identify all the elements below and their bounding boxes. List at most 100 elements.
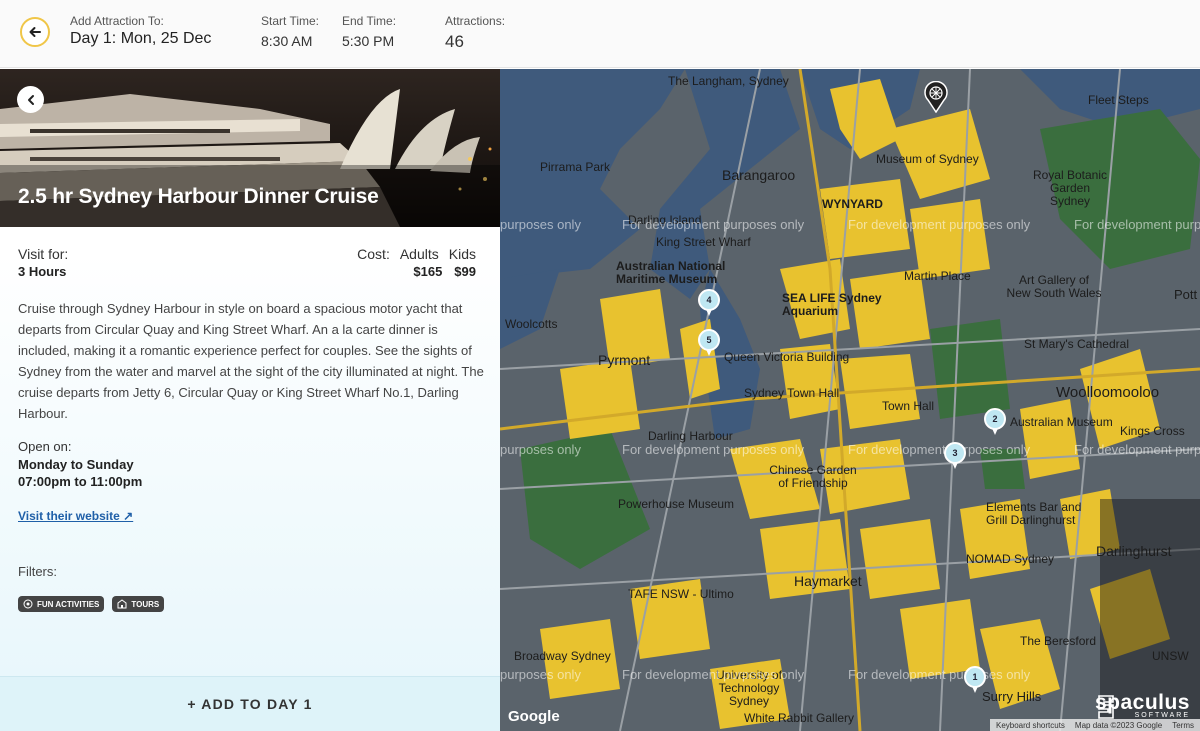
map-watermark: For development purposes only [848, 442, 1031, 457]
chevron-left-icon [27, 94, 34, 105]
add-to-day-button[interactable]: + ADD TO DAY 1 [0, 676, 500, 731]
map-label: Town Hall [882, 399, 935, 413]
map-label: St Mary's Cathedral [1024, 337, 1129, 351]
cost-values: $165 $99 [413, 264, 476, 279]
map-pin-label: 2 [984, 408, 1006, 430]
day-selector: Add Attraction To: Day 1: Mon, 25 Dec [70, 14, 211, 48]
filter-chip-tours[interactable]: TOURS [112, 596, 165, 612]
cost-header: Cost: Adults Kids [357, 246, 476, 262]
map-label: Art Gallery of New South Wales [1006, 273, 1102, 300]
google-logo: Google [508, 708, 560, 725]
attraction-detail-panel: 2.5 hr Sydney Harbour Dinner Cruise Visi… [0, 69, 500, 731]
map-label: Pott [1174, 287, 1198, 302]
map-pin-label: 4 [698, 289, 720, 311]
map-label: Darlinghurst [1096, 543, 1172, 559]
map-label: Martin Place [904, 269, 971, 283]
close-detail-button[interactable] [17, 86, 44, 113]
map-label: King Street Wharf [656, 235, 751, 249]
attractions-count: Attractions: 46 [445, 14, 505, 52]
map-label: Museum of Sydney [876, 152, 979, 166]
map-pin-5[interactable]: 5 [698, 329, 720, 357]
terms-link[interactable]: Terms [1172, 721, 1194, 730]
visit-duration: 3 Hours [18, 264, 67, 279]
map-attribution: Keyboard shortcuts Map data ©2023 Google… [989, 719, 1200, 731]
map-watermark: For development purposes only [848, 667, 1031, 682]
open-hours: 07:00pm to 11:00pm [18, 474, 143, 489]
filters-label: Filters: [18, 564, 57, 579]
map-label: SEA LIFE Sydney Aquarium [782, 291, 882, 318]
map-label: Haymarket [794, 573, 862, 589]
map-label: The Beresford [1020, 634, 1097, 648]
visit-for-label: Visit for: [18, 246, 69, 262]
map-label: The Langham, Sydney [668, 74, 789, 88]
map-label: White Rabbit Gallery [744, 711, 855, 725]
keyboard-shortcuts-link[interactable]: Keyboard shortcuts [996, 721, 1065, 730]
map-label: Kings Cross [1120, 424, 1185, 438]
attractions-label: Attractions: [445, 14, 506, 28]
kids-label: Kids [448, 246, 476, 262]
start-time-value: 8:30 AM [261, 33, 313, 49]
attraction-title: 2.5 hr Sydney Harbour Dinner Cruise [18, 185, 379, 208]
map-label: Australian Museum [1010, 415, 1113, 429]
map-label: WYNYARD [822, 197, 883, 211]
attractions-value: 46 [445, 32, 464, 51]
map-pin-label: 1 [964, 666, 986, 688]
map-watermark: For development purposes only [622, 667, 805, 682]
map-label: Queen Victoria Building [724, 350, 850, 364]
map-pin-3[interactable]: 3 [944, 442, 966, 470]
end-time: End Time: 5:30 PM [342, 14, 396, 49]
map-label: Surry Hills [982, 689, 1042, 704]
filter-chip-fun-activities[interactable]: FUN ACTIVITIES [18, 596, 105, 612]
map-label: Royal Botanic Garden Sydney [1032, 168, 1108, 208]
map-label: Chinese Garden of Friendship [769, 463, 857, 490]
spaculus-mark-icon [1098, 695, 1114, 719]
map-pin-1[interactable]: 1 [964, 666, 986, 694]
add-to-label: Add Attraction To: [70, 14, 164, 28]
visit-website-link[interactable]: Visit their website ↗ [18, 509, 133, 523]
map-label: Fleet Steps [1088, 93, 1149, 107]
map-label: Woolloomooloo [1056, 384, 1160, 401]
map-label: Broadway Sydney [514, 649, 611, 663]
start-time-label: Start Time: [261, 14, 320, 28]
end-time-label: End Time: [342, 14, 397, 28]
map-label: Powerhouse Museum [618, 497, 735, 511]
map-label: UNSW [1152, 649, 1189, 663]
map-watermark: purposes only [500, 217, 581, 232]
cost-label: Cost: [357, 246, 390, 262]
day-title: Day 1: Mon, 25 Dec [70, 30, 212, 47]
map-data-text: Map data ©2023 Google [1074, 720, 1163, 730]
map-watermark: purposes only [500, 667, 581, 682]
map-watermark: For development purposes only [622, 217, 805, 232]
map-label: Barangaroo [722, 167, 796, 183]
fun-activities-icon [23, 599, 33, 609]
adults-price: $165 [413, 264, 443, 279]
map-watermark: For development purposes only [622, 442, 805, 457]
map-pin-2[interactable]: 2 [984, 408, 1006, 436]
map-watermark: For development purp [1074, 217, 1200, 232]
map-pin-label: 5 [698, 329, 720, 351]
map-label: TAFE NSW - Ultimo [628, 587, 734, 601]
open-on-label: Open on: [18, 439, 72, 454]
open-days: Monday to Sunday [18, 457, 134, 472]
filter-chip-label: TOURS [131, 599, 160, 609]
map-pin-4[interactable]: 4 [698, 289, 720, 317]
tours-icon [117, 599, 127, 609]
map-watermark: For development purp [1074, 442, 1200, 457]
start-time: Start Time: 8:30 AM [261, 14, 319, 49]
map-label: Australian National Maritime Museum [616, 259, 726, 286]
ferris-wheel-marker-icon[interactable] [923, 81, 949, 113]
map-view[interactable]: The Langham, Sydney Fleet Steps Museum o… [500, 69, 1200, 731]
map-watermark: For development purposes only [848, 217, 1031, 232]
end-time-value: 5:30 PM [342, 33, 395, 49]
adults-label: Adults [399, 246, 439, 262]
filter-chip-label: FUN ACTIVITIES [37, 599, 100, 609]
back-button[interactable] [20, 17, 50, 47]
top-header: Add Attraction To: Day 1: Mon, 25 Dec St… [0, 0, 1200, 68]
kids-price: $99 [454, 264, 476, 279]
filter-chips: FUN ACTIVITIES TOURS [18, 596, 165, 612]
spaculus-logo: spaculus SOFTWARE [1095, 692, 1190, 719]
attraction-hero-image: 2.5 hr Sydney Harbour Dinner Cruise [0, 69, 500, 227]
attraction-description: Cruise through Sydney Harbour in style o… [18, 301, 484, 421]
map-watermark: purposes only [500, 442, 581, 457]
map-label: Elements Bar and Grill Darlinghurst [986, 500, 1082, 527]
